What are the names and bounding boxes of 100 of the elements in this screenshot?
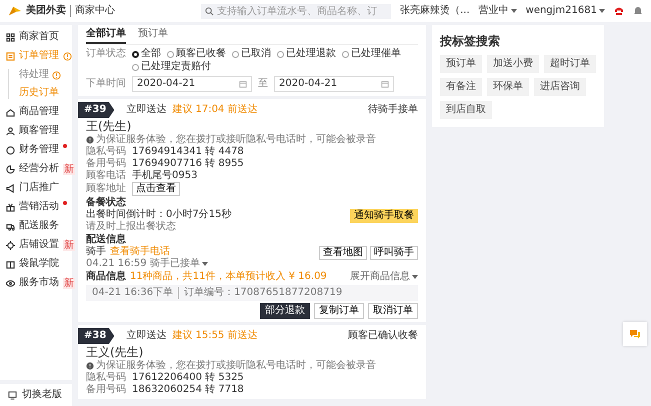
suggested-time: 建议 15:55 前送达: [172, 330, 258, 342]
status-radio[interactable]: 全部: [132, 48, 161, 60]
tag-button[interactable]: 预订单: [440, 55, 482, 73]
contact-label: 隐私号码: [86, 146, 126, 158]
alert-icon: [63, 52, 72, 60]
caret-icon: [510, 9, 517, 13]
tab[interactable]: 全部订单: [86, 25, 126, 44]
eye-icon: [6, 278, 15, 288]
section-title: 商品信息: [86, 271, 126, 283]
tag-button[interactable]: 加送小费: [487, 55, 539, 73]
contact-value: 17612206400 转 5325: [132, 372, 244, 384]
notification-bell-icon[interactable]: [633, 6, 643, 16]
status-radio[interactable]: 已取消: [232, 48, 271, 60]
calendar-icon: [381, 80, 389, 88]
contact-value: 17694914341 转 4478: [132, 146, 244, 158]
status-radio[interactable]: 已处理催单: [342, 48, 401, 60]
sidebar-item[interactable]: 袋鼠学院: [0, 258, 72, 270]
info-icon: [86, 136, 94, 144]
truck-icon: [6, 222, 15, 230]
sidebar-item[interactable]: 服务市场 新: [0, 277, 72, 289]
person-icon: [6, 126, 15, 136]
megaphone-icon: [6, 184, 15, 192]
tab[interactable]: 预订单: [138, 25, 168, 44]
contact-value: 手机尾号0953: [132, 170, 198, 182]
sidebar-item[interactable]: 店铺设置 新: [0, 239, 72, 251]
gift-icon: [6, 202, 15, 212]
customer-name: 王(先生): [86, 119, 132, 134]
sidebar-subitem[interactable]: 待处理: [19, 69, 72, 81]
delivery-type: 立即送达: [126, 330, 166, 342]
order-number: 订单编号：17087651877208719: [178, 287, 342, 299]
contact-value: 18632060254 转 7718: [132, 384, 244, 396]
phone-icon[interactable]: [614, 6, 624, 16]
delivery-button[interactable]: 查看地图: [319, 246, 367, 260]
tag-button[interactable]: 有备注: [440, 78, 482, 96]
date-label: 下单时间: [86, 78, 126, 90]
customer-name: 王义(先生): [86, 345, 144, 360]
status-radio[interactable]: 顾客已收餐: [167, 48, 226, 60]
section-title: 备餐状态: [86, 197, 127, 208]
sidebar-item[interactable]: 顾客管理: [0, 125, 72, 137]
tag-button[interactable]: 到店自取: [440, 101, 492, 119]
new-badge: 新: [63, 164, 75, 174]
chat-button[interactable]: [623, 322, 647, 346]
sidebar-item[interactable]: 财务管理: [0, 144, 72, 156]
prep-countdown: 出餐时间倒计时：0小时7分15秒: [86, 209, 232, 220]
sidebar-item[interactable]: 经营分析 新: [0, 163, 72, 175]
contact-label: 隐私号码: [86, 372, 126, 384]
caret-icon: [599, 9, 605, 13]
date-field[interactable]: 2020-04-21: [132, 76, 252, 92]
order-action-button[interactable]: 复制订单: [314, 303, 364, 319]
contact-label: 备用号码: [86, 158, 126, 170]
order-status: 顾客已确认收餐: [348, 330, 418, 342]
grid-icon: [6, 32, 15, 42]
goods-summary: 11种商品，共11件，本单预计收入 ¥ 16.09: [130, 271, 327, 283]
order-action-button[interactable]: 部分退款: [260, 303, 310, 319]
sidebar-item[interactable]: 商品管理: [0, 106, 72, 118]
sidebar-item[interactable]: 门店推广: [0, 182, 72, 194]
contact-value: 17694907716 转 8955: [132, 158, 244, 170]
tag-button[interactable]: 环保单: [487, 78, 529, 96]
date-separator: 至: [258, 78, 268, 90]
contact-label: 备用号码: [86, 384, 126, 396]
tag-button[interactable]: 进店咨询: [534, 78, 586, 96]
prep-hint: 请及时上报出餐状态: [86, 221, 177, 233]
alert-icon: [52, 70, 61, 80]
monitor-icon: [8, 390, 17, 400]
status-radio[interactable]: 已处理退款: [277, 48, 336, 60]
calendar-icon: [239, 80, 247, 88]
delivery-type: 立即送达: [126, 104, 166, 116]
privacy-notice: 为保证服务体验，您在拨打或接听隐私号电话时，可能会被录音: [96, 360, 376, 372]
order-number-tag: #38: [78, 328, 114, 344]
sidebar-item[interactable]: 商家首页: [0, 31, 72, 43]
notify-rider-button[interactable]: 通知骑手取餐: [350, 209, 418, 223]
chart-icon: [6, 164, 15, 174]
tag-button[interactable]: 超时订单: [544, 55, 596, 73]
shop-icon: [6, 108, 15, 116]
info-icon: [86, 362, 94, 370]
user-dropdown[interactable]: wengjm21681: [526, 5, 605, 17]
logo-text: 美团外卖: [26, 5, 66, 17]
store-name[interactable]: 张亮麻辣烫（...: [400, 5, 470, 17]
order-action-button[interactable]: 取消订单: [368, 303, 418, 319]
status-dropdown[interactable]: 营业中: [478, 5, 517, 17]
new-badge: 新: [63, 278, 75, 288]
date-field[interactable]: 2020-04-21: [274, 76, 394, 92]
sidebar-item[interactable]: 配送服务: [0, 220, 72, 232]
delivery-button[interactable]: 呼叫骑手: [370, 246, 418, 260]
caret-icon: [412, 275, 418, 279]
expand-goods-link[interactable]: 展开商品信息: [350, 271, 418, 283]
view-address-button[interactable]: 点击查看: [132, 182, 180, 196]
book-icon: [6, 260, 15, 268]
status-radio[interactable]: 已处理定责赔付: [132, 61, 211, 73]
new-badge: 新: [63, 240, 75, 250]
switch-version-link[interactable]: 切换老版: [0, 380, 72, 406]
order-status: 待骑手接单: [368, 104, 418, 116]
rider-status[interactable]: 04.21 16:59 骑手已接单: [86, 258, 208, 270]
privacy-notice: 为保证服务体验，您在拨打或接听隐私号电话时，可能会被录音: [96, 134, 376, 146]
chat-bubbles-icon: [629, 329, 641, 339]
logo-subtext: 商家中心: [70, 5, 115, 17]
sidebar-item[interactable]: 营销活动: [0, 201, 72, 213]
notification-dot: [63, 201, 67, 205]
status-label: 订单状态: [86, 48, 126, 61]
panel-title: 按标签搜索: [440, 33, 501, 49]
